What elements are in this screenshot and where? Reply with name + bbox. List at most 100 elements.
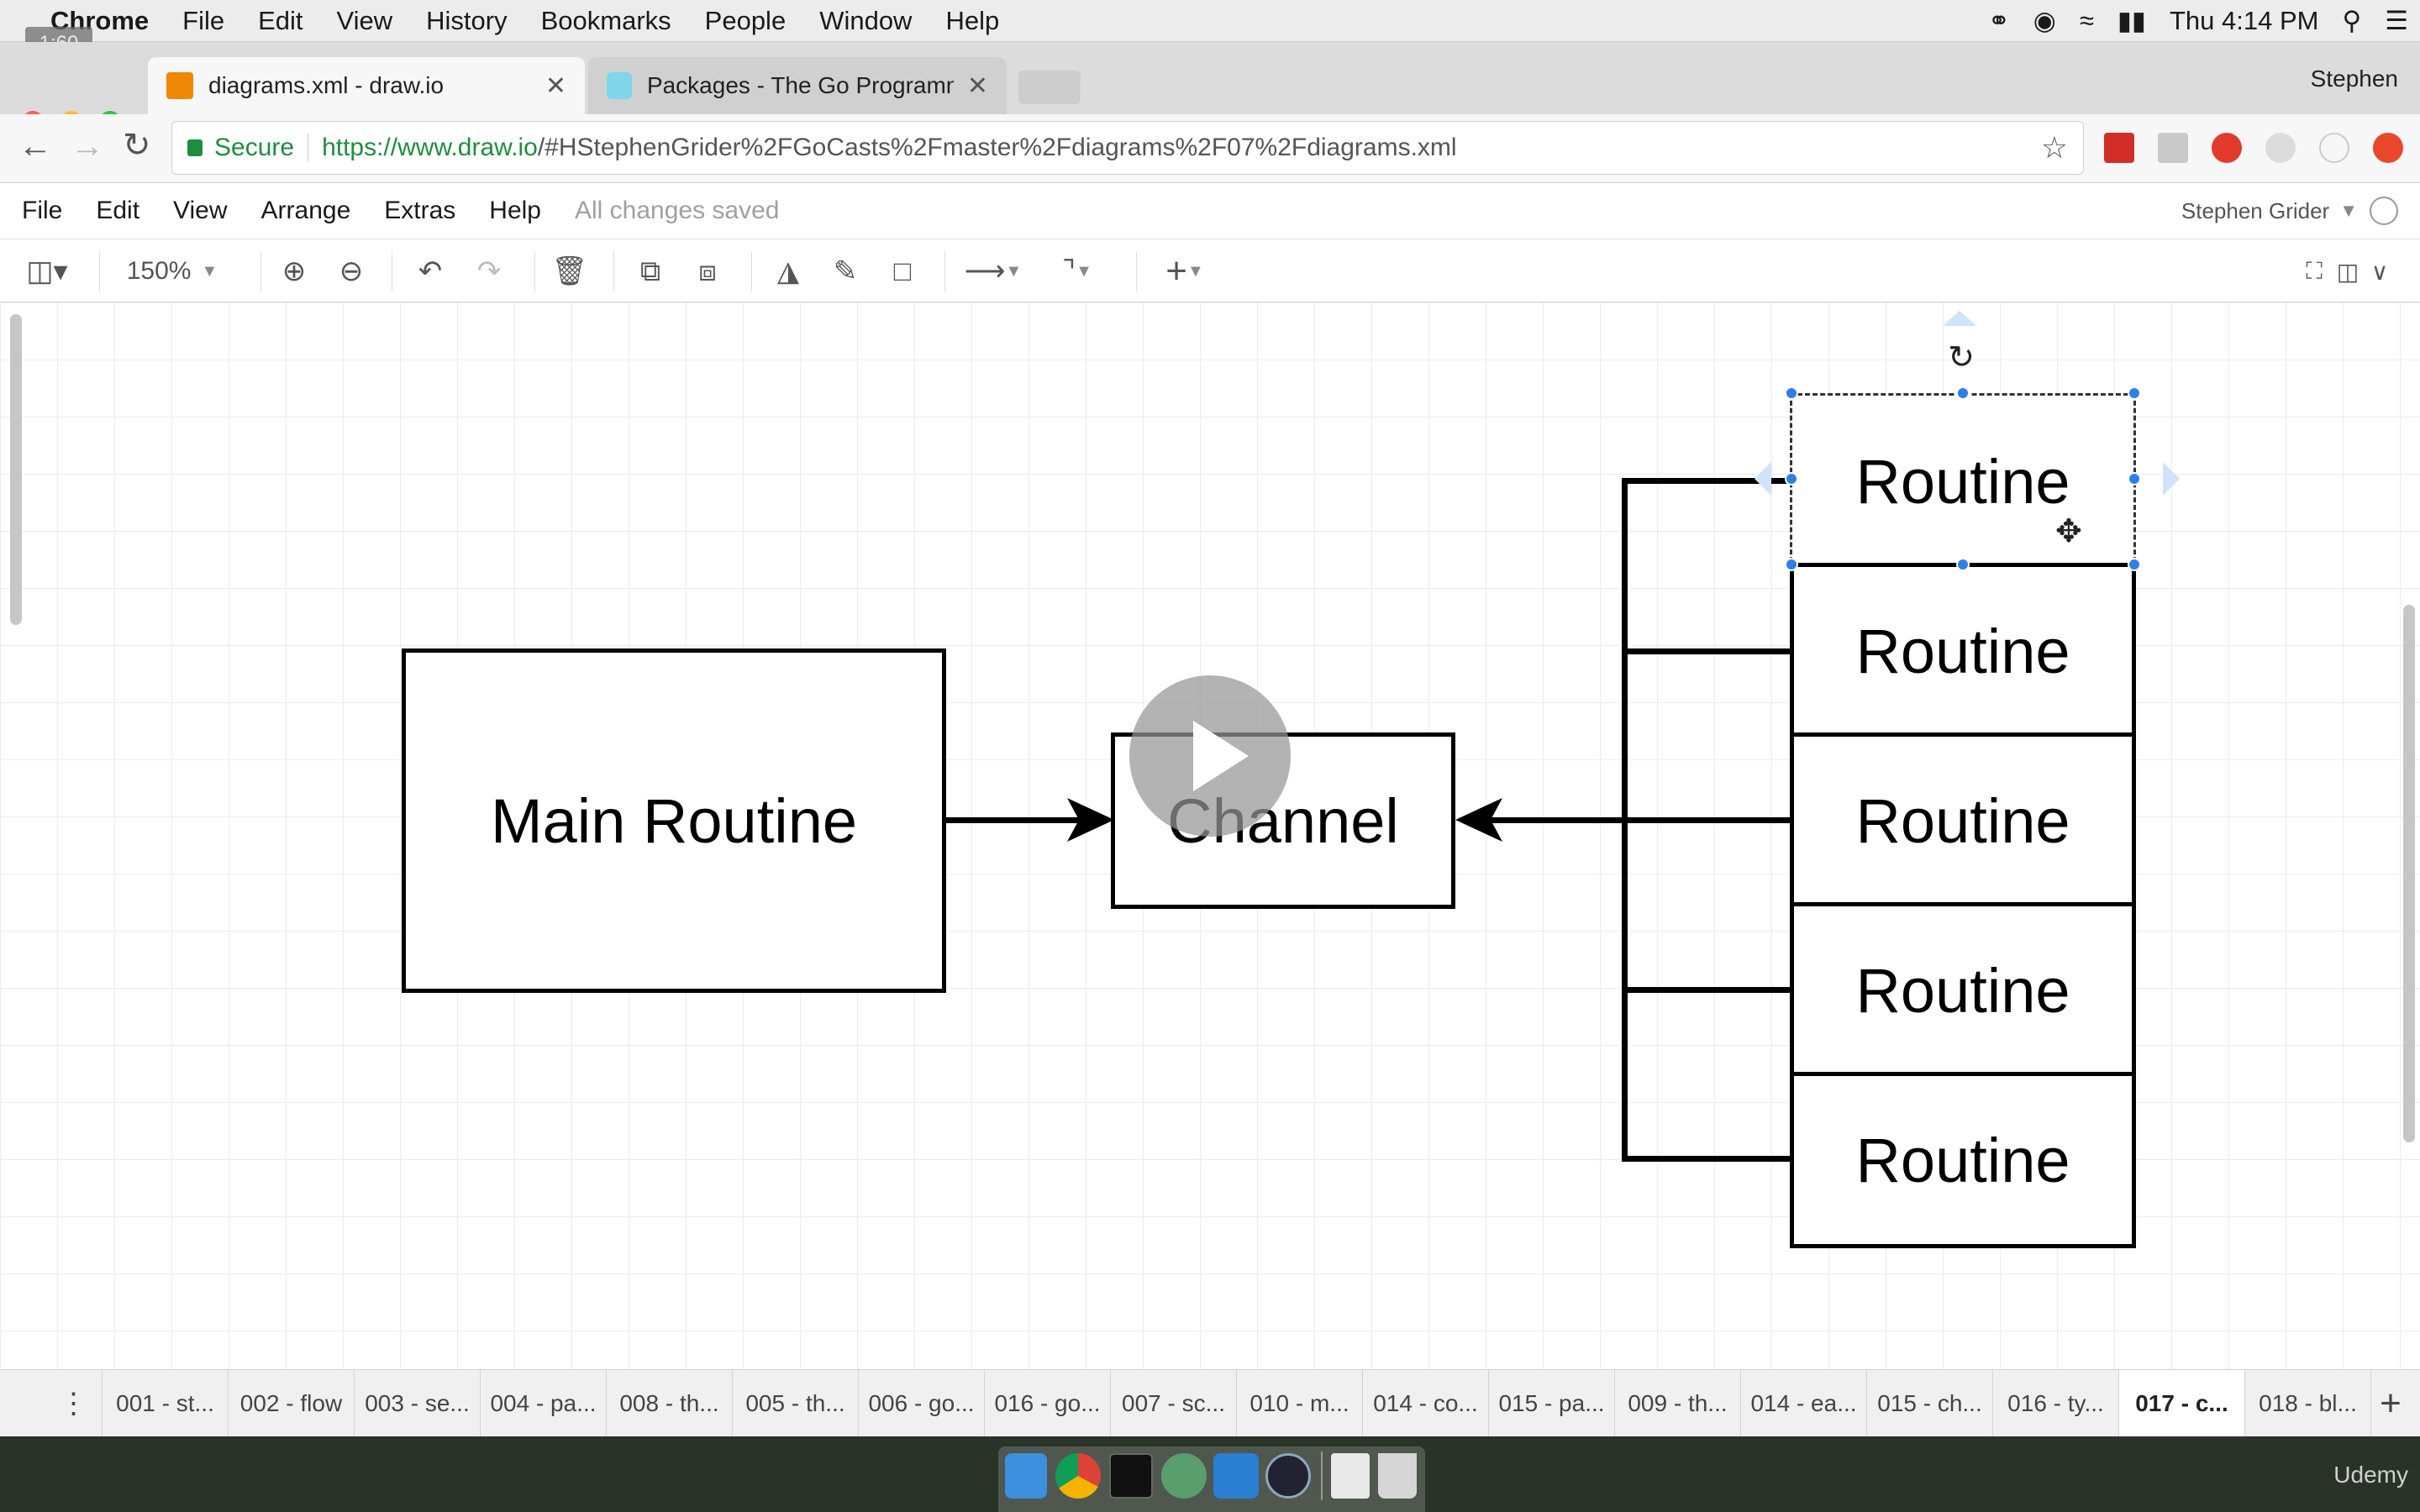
profile-name[interactable]: Stephen <box>2311 66 2398 92</box>
wifi-icon[interactable]: ≈ <box>2068 6 2106 36</box>
undo-icon[interactable]: ↶ <box>408 239 452 303</box>
terminal-icon[interactable] <box>1109 1453 1153 1499</box>
battery-icon[interactable]: ▮▮ <box>2106 6 2158 36</box>
page-tab[interactable]: 014 - co... <box>1363 1370 1489 1437</box>
menu-people[interactable]: People <box>688 0 803 42</box>
record-icon[interactable]: ◉ <box>2022 6 2068 36</box>
resize-handle-nw[interactable] <box>1785 386 1798 400</box>
drawio-menu-edit[interactable]: Edit <box>79 197 156 225</box>
panel-toggle-icon[interactable]: ◫ <box>2331 239 2365 303</box>
trash-icon[interactable] <box>1378 1453 1417 1499</box>
user-menu[interactable]: Stephen Grider <box>2181 198 2329 224</box>
extension-pinterest-icon[interactable] <box>2319 133 2349 163</box>
quicktime-icon[interactable] <box>1265 1453 1311 1499</box>
omnibox[interactable]: Secure https:// www.draw.io /#HStephenGr… <box>171 121 2084 175</box>
vscode-icon[interactable] <box>1213 1453 1259 1499</box>
to-back-icon[interactable]: ⧈ <box>686 239 729 303</box>
user-menu-caret-icon[interactable]: ▼ <box>2339 200 2358 222</box>
connector-routine-3[interactable] <box>1622 817 1791 823</box>
bookmark-star-icon[interactable]: ☆ <box>2041 130 2068 165</box>
resize-handle-se[interactable] <box>2128 558 2141 571</box>
waypoints-icon[interactable]: ⌝ ▼ <box>1042 239 1113 303</box>
page-tab[interactable]: 001 - st... <box>103 1370 229 1437</box>
arrow-routines-to-channel[interactable] <box>1487 817 1625 823</box>
page-tab[interactable]: 014 - ea... <box>1741 1370 1867 1437</box>
zoom-select[interactable]: 150% ▼ <box>109 239 235 303</box>
menu-help[interactable]: Help <box>929 0 1016 42</box>
fullscreen-icon[interactable]: ⛶ <box>2297 239 2331 303</box>
glasses-icon[interactable]: ⚭ <box>1976 6 2022 36</box>
menu-file[interactable]: File <box>166 0 241 42</box>
drawio-menu-help[interactable]: Help <box>472 197 558 225</box>
page-tab[interactable]: 009 - th... <box>1615 1370 1741 1437</box>
page-menu-icon[interactable]: ⋮ <box>45 1370 103 1437</box>
routine-shape-selected[interactable]: Routine <box>1790 393 2136 570</box>
drawio-menu-extras[interactable]: Extras <box>367 197 472 225</box>
menu-bookmarks[interactable]: Bookmarks <box>524 0 688 42</box>
page-tab[interactable]: 003 - se... <box>355 1370 481 1437</box>
tab-go-packages[interactable]: Packages - The Go Programmi ✕ <box>588 57 1007 114</box>
routine-shape[interactable]: Routine <box>1790 732 2136 909</box>
reload-icon[interactable]: ↻ <box>123 126 151 165</box>
connector-routine-4[interactable] <box>1622 987 1791 993</box>
page-tab[interactable]: 018 - bl... <box>2245 1370 2371 1437</box>
redo-icon[interactable]: ↷ <box>467 239 511 303</box>
line-color-icon[interactable]: ✎ <box>823 239 867 303</box>
menu-edit[interactable]: Edit <box>241 0 319 42</box>
delete-icon[interactable]: 🗑 <box>548 239 592 303</box>
page-tab[interactable]: 006 - go... <box>859 1370 985 1437</box>
collapse-icon[interactable]: ∨ <box>2363 239 2396 303</box>
clone-arrow-left-icon[interactable] <box>1754 462 1771 496</box>
page-tab[interactable]: 015 - ch... <box>1867 1370 1993 1437</box>
menu-window[interactable]: Window <box>802 0 929 42</box>
page-tab[interactable]: 002 - flow <box>229 1370 355 1437</box>
diagram-canvas[interactable]: Main Routine Channel Routine Routine Rou… <box>0 302 2420 1383</box>
video-play-button[interactable] <box>1129 675 1291 837</box>
spotlight-search-icon[interactable]: ⚲ <box>2330 6 2373 36</box>
resize-handle-n[interactable] <box>1956 386 1970 400</box>
resize-handle-ne[interactable] <box>2128 386 2141 400</box>
extension-drive-icon[interactable] <box>2158 133 2188 163</box>
shadow-icon[interactable]: □ <box>881 239 924 303</box>
connector-routine-5[interactable] <box>1622 1156 1791 1162</box>
page-tab[interactable]: 016 - go... <box>985 1370 1111 1437</box>
add-page-icon[interactable]: + <box>2361 1370 2420 1437</box>
drawio-menu-view[interactable]: View <box>156 197 244 225</box>
drawio-menu-file[interactable]: File <box>0 197 79 225</box>
extension-feather-icon[interactable] <box>2265 133 2296 163</box>
to-front-icon[interactable]: ⧉ <box>629 239 672 303</box>
routine-shape[interactable]: Routine <box>1790 563 2136 739</box>
connector-routine-2[interactable] <box>1622 648 1791 654</box>
main-routine-shape[interactable]: Main Routine <box>402 648 946 993</box>
zoom-in-icon[interactable]: ⊕ <box>274 239 314 303</box>
extension-adblock-icon[interactable] <box>2212 133 2242 163</box>
menu-history[interactable]: History <box>409 0 523 42</box>
fill-color-icon[interactable]: ◮ <box>766 239 810 303</box>
zoom-out-icon[interactable]: ⊖ <box>331 239 371 303</box>
language-globe-icon[interactable] <box>2370 197 2398 225</box>
clone-arrow-right-icon[interactable] <box>2163 462 2180 496</box>
connection-style-icon[interactable]: ⟶ ▼ <box>958 239 1028 303</box>
resize-handle-w[interactable] <box>1785 472 1798 486</box>
menu-view[interactable]: View <box>320 0 410 42</box>
back-icon[interactable]: ← <box>18 128 52 165</box>
close-tab-icon[interactable]: ✕ <box>954 71 988 101</box>
resize-handle-sw[interactable] <box>1785 558 1798 571</box>
clone-arrow-up-icon[interactable] <box>1943 311 1976 326</box>
notification-center-icon[interactable]: ☰ <box>2373 6 2420 36</box>
routine-shape[interactable]: Routine <box>1790 1072 2136 1248</box>
page-tab-active[interactable]: 017 - c... <box>2119 1370 2245 1437</box>
rotate-handle-icon[interactable]: ↻ <box>1944 341 1978 375</box>
page-tab[interactable]: 015 - pa... <box>1489 1370 1615 1437</box>
routine-shape[interactable]: Routine <box>1790 902 2136 1079</box>
chrome-icon[interactable] <box>1055 1453 1101 1499</box>
close-tab-icon[interactable]: ✕ <box>532 71 566 101</box>
page-tab[interactable]: 016 - ty... <box>1993 1370 2119 1437</box>
clock[interactable]: Thu 4:14 PM <box>2158 6 2330 36</box>
extension-upload-icon[interactable] <box>2373 133 2403 163</box>
new-tab-button[interactable] <box>1018 71 1081 104</box>
vertical-scrollbar-left[interactable] <box>10 314 22 625</box>
extension-lastpass-icon[interactable] <box>2104 133 2134 163</box>
page-tab[interactable]: 005 - th... <box>733 1370 859 1437</box>
forward-icon[interactable]: → <box>71 128 104 165</box>
